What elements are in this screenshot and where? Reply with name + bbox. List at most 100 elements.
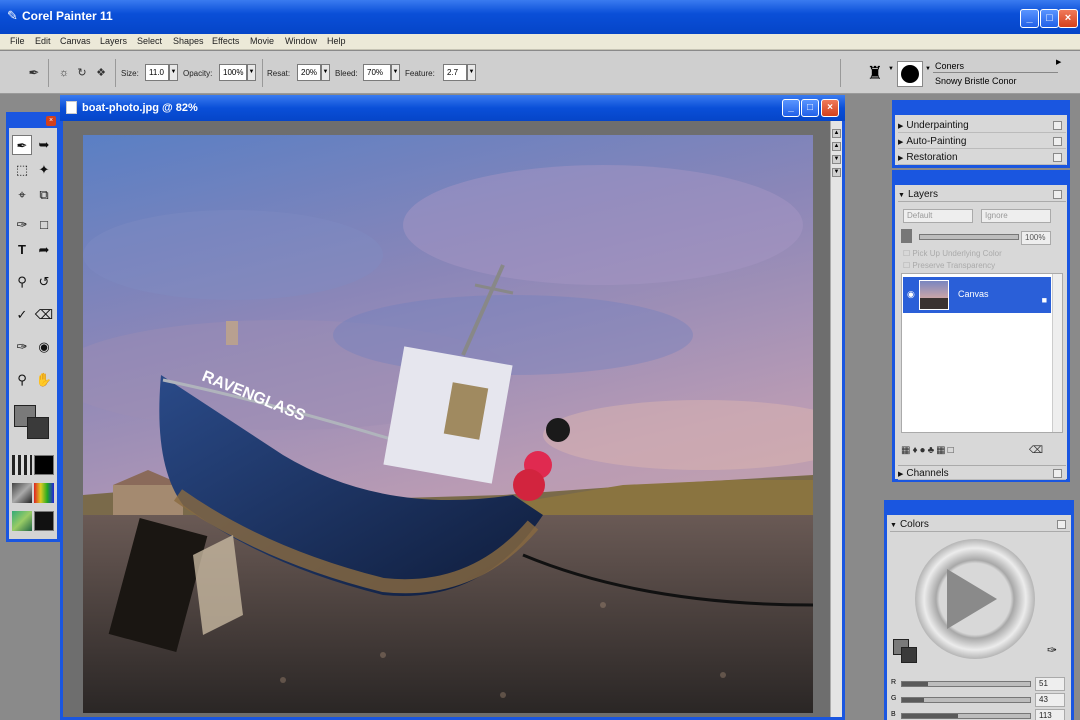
color-slider-g[interactable] [901, 697, 1031, 703]
feature-dropdown[interactable]: ▼ [467, 64, 476, 81]
layer-row-canvas[interactable]: ◉ Canvas ■ [903, 277, 1051, 313]
menu-edit[interactable]: Edit [35, 36, 51, 46]
auto-painting-row[interactable]: ▶ Auto-Painting [898, 134, 1066, 149]
menu-select[interactable]: Select [137, 36, 162, 46]
close-button[interactable]: × [1058, 9, 1078, 28]
opacity-label: Opacity: [183, 69, 213, 78]
bleed-field[interactable]: 70% [363, 64, 391, 81]
menu-effects[interactable]: Effects [212, 36, 239, 46]
restoration-row[interactable]: ▶ Restoration [898, 150, 1066, 165]
color-slider-r[interactable] [901, 681, 1031, 687]
layer-opacity-field[interactable]: 100% [1021, 231, 1051, 245]
brush-variant-icon[interactable] [897, 61, 923, 87]
eraser-tool[interactable]: ⌫ [34, 305, 54, 325]
color-value-r[interactable]: 51 [1035, 677, 1065, 691]
brush-category-name: Coners [935, 61, 965, 71]
maximize-button[interactable]: □ [1040, 9, 1059, 28]
document-minimize-button[interactable]: _ [782, 99, 800, 117]
hue-ring[interactable] [915, 539, 1035, 659]
menu-shapes[interactable]: Shapes [173, 36, 204, 46]
size-field[interactable]: 11.0 [145, 64, 169, 81]
rotate-page-tool[interactable]: ↺ [34, 272, 54, 292]
layer-list-scrollbar[interactable] [1052, 274, 1062, 432]
app-title-bar: ✎ Corel Painter 11 _ □ × [0, 0, 1080, 34]
opacity-field[interactable]: 100% [219, 64, 247, 81]
transform-tool[interactable]: ⧉ [34, 185, 54, 205]
brush-selector-menu-icon[interactable]: ▶ [1056, 58, 1061, 66]
menu-help[interactable]: Help [327, 36, 346, 46]
color-value-b[interactable]: 113 [1035, 709, 1065, 720]
minimize-button[interactable]: _ [1020, 9, 1039, 28]
channels-panel-header[interactable]: ▶ Channels [898, 465, 1066, 480]
feature-field[interactable]: 2.7 [443, 64, 467, 81]
eye-icon[interactable]: ◉ [907, 289, 915, 300]
layers-panel-header[interactable]: ▼ Layers [898, 187, 1066, 202]
color-value-g[interactable]: 43 [1035, 693, 1065, 707]
variant-dropdown-icon[interactable]: ▼ [925, 66, 931, 72]
resat-dropdown[interactable]: ▼ [321, 64, 330, 81]
toolbox-close-icon[interactable]: × [46, 116, 56, 126]
additional-color-swatch[interactable] [27, 417, 49, 439]
layer-opacity-slider[interactable] [919, 234, 1019, 240]
brush-selector[interactable]: ♜ ▼ ▼ Coners Snowy Bristle Conor ▶ [845, 54, 1080, 92]
menu-window[interactable]: Window [285, 36, 317, 46]
opacity-dropdown[interactable]: ▼ [247, 64, 256, 81]
lock-icon[interactable]: ■ [1042, 295, 1047, 305]
pick-up-underlying-checkbox[interactable]: ☐ Pick Up Underlying Color [903, 249, 1002, 258]
color-slider-b[interactable] [901, 713, 1031, 719]
pattern-selector[interactable] [34, 455, 54, 475]
paper-selector[interactable] [12, 455, 32, 475]
bleed-dropdown[interactable]: ▼ [391, 64, 400, 81]
rectangle-shape-tool[interactable]: □ [34, 215, 54, 235]
composite-method-select[interactable]: Default [903, 209, 973, 223]
layer-commands-bar[interactable]: ▦♦●♣▦□ [901, 445, 956, 456]
color-set-selector[interactable] [34, 483, 54, 503]
zoom-tool[interactable]: ⚲ [12, 370, 32, 390]
resat-field[interactable]: 20% [297, 64, 321, 81]
opacity-icon [901, 229, 912, 243]
canvas-image[interactable]: RAVENGLASS [83, 135, 813, 713]
brush-tool-icon[interactable]: ✒ [25, 64, 43, 82]
document-vertical-scrollbar[interactable]: ▲ ▲ ▼ ▼ [830, 121, 842, 717]
reset-tool-icon[interactable]: ❖ [92, 64, 110, 82]
size-dropdown[interactable]: ▼ [169, 64, 178, 81]
delete-layer-icon[interactable]: ⌫ [1029, 445, 1043, 456]
cloner-tool[interactable]: ✓ [12, 305, 32, 325]
crop-tool[interactable]: ⌖ [12, 185, 32, 205]
menu-canvas[interactable]: Canvas [60, 36, 91, 46]
document-title-bar: boat-photo.jpg @ 82% _ □ × [60, 95, 845, 121]
rectangular-selection-tool[interactable]: ⬚ [12, 160, 32, 180]
shape-selection-tool[interactable]: ➦ [34, 240, 54, 260]
color-dropper-icon[interactable]: ✑ [1047, 643, 1057, 657]
brush-tool[interactable]: ✒ [12, 135, 32, 155]
dab-type-icon[interactable]: ☼ [55, 64, 73, 82]
gradient-selector[interactable] [12, 483, 32, 503]
pen-tool[interactable]: ✑ [12, 215, 32, 235]
paint-bucket-tool[interactable]: ◉ [34, 337, 54, 357]
colors-panel: ▼ Colors ✑ R 51 G 43 B 113 [884, 500, 1074, 720]
feature-label: Feature: [405, 69, 435, 78]
look-selector[interactable] [34, 511, 54, 531]
saturation-triangle[interactable] [947, 569, 997, 629]
text-tool[interactable]: T [12, 240, 32, 260]
layer-adjuster-tool[interactable]: ➥ [34, 135, 54, 155]
layers-panel: ▼ Layers Default Ignore 100% ☐ Pick Up Un… [892, 170, 1070, 482]
menu-movie[interactable]: Movie [250, 36, 274, 46]
stroke-type-icon[interactable]: ↻ [73, 64, 91, 82]
colors-additional-swatch[interactable] [901, 647, 917, 663]
category-dropdown-icon[interactable]: ▼ [888, 66, 894, 72]
magnifier-tool[interactable]: ⚲ [12, 272, 32, 292]
nozzle-selector[interactable] [12, 511, 32, 531]
document-close-button[interactable]: × [821, 99, 839, 117]
brush-category-icon[interactable]: ♜ [863, 60, 887, 86]
menu-file[interactable]: File [10, 36, 25, 46]
underpainting-row[interactable]: ▶ Underpainting [898, 118, 1066, 133]
preserve-transparency-checkbox[interactable]: ☐ Preserve Transparency [903, 261, 995, 270]
grabber-tool[interactable]: ✋ [34, 370, 54, 390]
composite-depth-select[interactable]: Ignore [981, 209, 1051, 223]
document-maximize-button[interactable]: □ [801, 99, 819, 117]
magic-wand-tool[interactable]: ✦ [34, 160, 54, 180]
menu-layers[interactable]: Layers [100, 36, 127, 46]
colors-panel-header[interactable]: ▼ Colors [890, 517, 1070, 532]
dropper-tool[interactable]: ✑ [12, 337, 32, 357]
